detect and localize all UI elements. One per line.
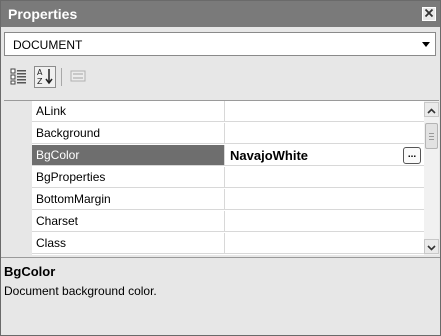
chevron-up-icon — [427, 103, 436, 117]
ellipsis-label: ... — [407, 149, 417, 160]
categorized-button[interactable] — [8, 66, 30, 88]
property-value[interactable] — [225, 211, 424, 232]
object-selector-value: DOCUMENT — [13, 38, 83, 52]
categorized-icon — [10, 67, 28, 88]
svg-text:Z: Z — [37, 77, 43, 85]
property-value[interactable] — [225, 101, 424, 122]
property-value[interactable] — [225, 167, 424, 188]
object-selector-dropdown[interactable]: DOCUMENT — [4, 32, 436, 56]
property-name: Class — [32, 233, 225, 254]
vertical-scrollbar[interactable] — [424, 101, 439, 255]
svg-text:A: A — [37, 68, 43, 77]
property-name: Background — [32, 123, 225, 144]
scroll-down-button[interactable] — [424, 239, 439, 254]
scroll-up-button[interactable] — [424, 102, 439, 117]
alphabetical-sort-icon: A Z — [36, 67, 54, 88]
property-value[interactable] — [225, 123, 424, 144]
property-pages-icon — [69, 67, 87, 88]
scrollbar-thumb[interactable] — [425, 123, 438, 149]
description-text: Document background color. — [4, 284, 157, 298]
property-name: ALink — [32, 101, 225, 122]
property-row[interactable]: ALink — [4, 101, 424, 123]
property-row[interactable]: BottomMargin — [4, 189, 424, 211]
properties-toolbar: A Z — [4, 63, 436, 93]
property-name: BgProperties — [32, 167, 225, 188]
close-button[interactable] — [422, 7, 436, 21]
property-name: BgColor — [32, 145, 225, 166]
property-value-field[interactable]: NavajoWhite ... — [225, 145, 424, 166]
property-row[interactable]: Charset — [4, 211, 424, 233]
toolbar-separator — [61, 68, 62, 86]
property-row[interactable]: Class — [4, 233, 424, 255]
property-row[interactable]: BgProperties — [4, 167, 424, 189]
property-row[interactable]: Background — [4, 123, 424, 145]
description-pane: BgColor Document background color. — [1, 257, 440, 335]
ellipsis-button[interactable]: ... — [403, 147, 421, 164]
property-value: NavajoWhite — [230, 148, 309, 163]
dropdown-arrow-icon[interactable] — [419, 35, 433, 53]
window-title: Properties — [8, 6, 78, 22]
title-bar: Properties — [1, 1, 440, 27]
property-row-selected[interactable]: BgColor NavajoWhite ... — [4, 145, 424, 167]
property-value[interactable] — [225, 189, 424, 210]
chevron-down-icon — [427, 240, 436, 254]
property-name: BottomMargin — [32, 189, 225, 210]
alphabetical-button[interactable]: A Z — [34, 66, 56, 88]
property-pages-button[interactable] — [67, 66, 89, 88]
properties-panel: Properties DOCUMENT A Z ALink Background… — [0, 0, 441, 336]
property-name: Charset — [32, 211, 225, 232]
description-title: BgColor — [4, 264, 56, 279]
property-grid: ALink Background BgColor NavajoWhite ...… — [4, 100, 439, 255]
property-value[interactable] — [225, 233, 424, 254]
close-icon — [424, 7, 434, 21]
